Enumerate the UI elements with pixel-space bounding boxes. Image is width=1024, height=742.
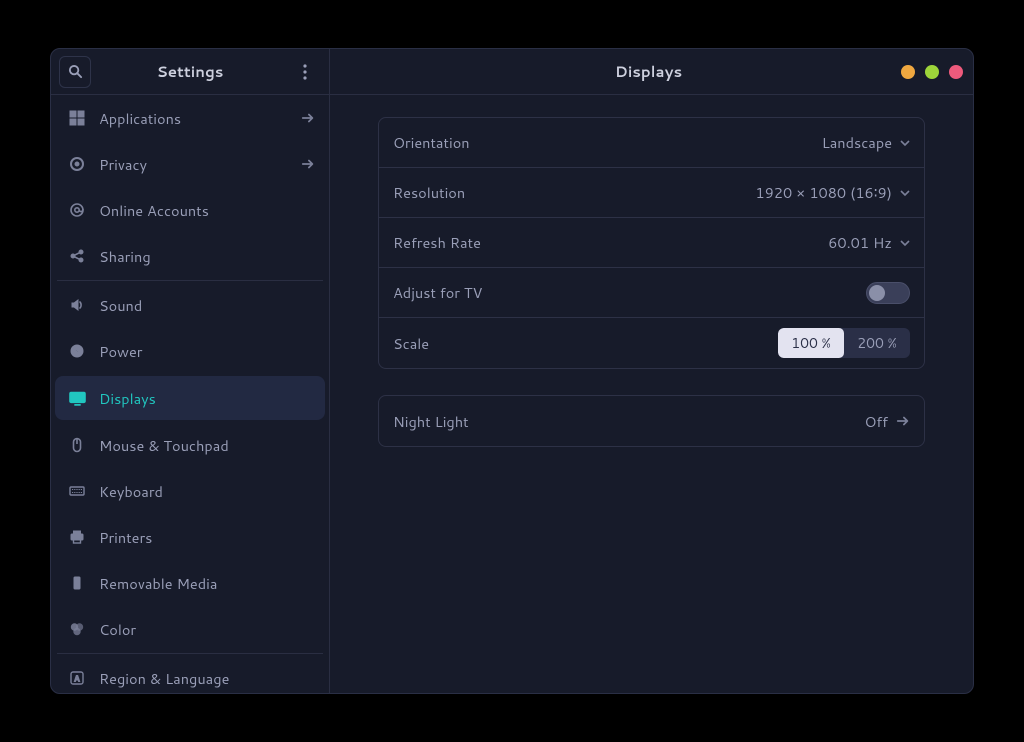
row-value: Off: [864, 411, 910, 432]
sidebar-item-label: Region & Language: [99, 668, 315, 689]
sidebar-item-label: Privacy: [99, 154, 301, 175]
sidebar-separator: [57, 280, 323, 281]
sidebar-item-applications[interactable]: Applications: [51, 95, 329, 141]
row-resolution[interactable]: Resolution 1920 × 1080 (16∶9): [379, 168, 924, 218]
row-night-light[interactable]: Night Light Off: [379, 396, 924, 446]
chevron-down-icon: [900, 138, 910, 148]
search-icon: [68, 64, 83, 79]
row-label: Scale: [393, 333, 778, 354]
sidebar-item-online-accounts[interactable]: Online Accounts: [51, 187, 329, 233]
minimize-button[interactable]: [901, 65, 915, 79]
display-settings-card: Orientation Landscape Resolution 1920 × …: [378, 117, 925, 369]
sidebar-item-label: Sound: [99, 295, 315, 316]
main-body: Orientation Landscape Resolution 1920 × …: [330, 95, 973, 693]
row-label: Night Light: [393, 411, 864, 432]
row-label: Resolution: [393, 182, 755, 203]
sidebar-item-label: Power: [99, 341, 315, 362]
sidebar-item-label: Color: [99, 619, 315, 640]
printer-icon: [65, 529, 89, 545]
sidebar-item-displays[interactable]: Displays: [55, 376, 325, 420]
keyboard-icon: [65, 483, 89, 499]
row-value: 60.01 Hz: [828, 232, 910, 253]
at-icon: [65, 202, 89, 218]
scale-option-200[interactable]: 200 %: [844, 328, 910, 358]
menu-button[interactable]: [289, 56, 321, 88]
chevron-right-icon: [301, 157, 315, 171]
row-value: 100 % 200 %: [778, 328, 910, 358]
scale-option-100[interactable]: 100 %: [778, 328, 844, 358]
sidebar-item-label: Applications: [99, 108, 301, 129]
sidebar-item-color[interactable]: Color: [51, 606, 329, 652]
main-title: Displays: [396, 61, 901, 82]
main-pane: Displays Orientation Landscape Resolutio…: [330, 49, 973, 693]
sidebar-title: Settings: [91, 61, 289, 82]
grid-icon: [65, 110, 89, 126]
sidebar-item-sound[interactable]: Sound: [51, 282, 329, 328]
sidebar-item-label: Printers: [99, 527, 315, 548]
row-orientation[interactable]: Orientation Landscape: [379, 118, 924, 168]
sidebar-item-keyboard[interactable]: Keyboard: [51, 468, 329, 514]
row-value: Landscape: [822, 132, 910, 153]
main-header: Displays: [330, 49, 973, 95]
sound-icon: [65, 297, 89, 313]
row-scale: Scale 100 % 200 %: [379, 318, 924, 368]
display-icon: [65, 390, 89, 407]
search-button[interactable]: [59, 56, 91, 88]
maximize-button[interactable]: [925, 65, 939, 79]
sidebar-item-label: Online Accounts: [99, 200, 315, 221]
sidebar-item-printers[interactable]: Printers: [51, 514, 329, 560]
sidebar-item-label: Displays: [99, 388, 315, 409]
settings-window: Settings Applications Privacy Online Acc…: [50, 48, 974, 694]
sidebar-item-label: Keyboard: [99, 481, 315, 502]
sidebar-header: Settings: [51, 49, 329, 95]
mouse-icon: [65, 437, 89, 453]
close-button[interactable]: [949, 65, 963, 79]
sidebar: Settings Applications Privacy Online Acc…: [51, 49, 330, 693]
sidebar-list: Applications Privacy Online Accounts Sha…: [51, 95, 329, 693]
sidebar-item-label: Sharing: [99, 246, 315, 267]
kebab-icon: [303, 64, 307, 80]
sidebar-item-removable-media[interactable]: Removable Media: [51, 560, 329, 606]
share-icon: [65, 248, 89, 264]
night-light-card: Night Light Off: [378, 395, 925, 447]
sidebar-item-region-language[interactable]: A Region & Language: [51, 655, 329, 693]
row-value: 1920 × 1080 (16∶9): [755, 182, 910, 203]
adjust-tv-toggle[interactable]: [866, 282, 910, 304]
sidebar-item-privacy[interactable]: Privacy: [51, 141, 329, 187]
row-label: Refresh Rate: [393, 232, 828, 253]
window-controls: [901, 65, 963, 79]
color-icon: [65, 621, 89, 637]
power-icon: [65, 343, 89, 359]
sidebar-separator: [57, 653, 323, 654]
sidebar-item-mouse[interactable]: Mouse & Touchpad: [51, 422, 329, 468]
sidebar-item-label: Removable Media: [99, 573, 315, 594]
chevron-down-icon: [900, 238, 910, 248]
scale-options: 100 % 200 %: [778, 328, 910, 358]
chevron-right-icon: [301, 111, 315, 125]
row-refresh-rate[interactable]: Refresh Rate 60.01 Hz: [379, 218, 924, 268]
chevron-down-icon: [900, 188, 910, 198]
toggle-knob: [869, 285, 885, 301]
row-label: Orientation: [393, 132, 822, 153]
row-label: Adjust for TV: [393, 282, 866, 303]
sidebar-item-label: Mouse & Touchpad: [99, 435, 315, 456]
chevron-right-icon: [896, 414, 910, 428]
svg-text:A: A: [74, 675, 80, 684]
privacy-icon: [65, 156, 89, 172]
row-adjust-tv: Adjust for TV: [379, 268, 924, 318]
removable-media-icon: [65, 575, 89, 591]
language-icon: A: [65, 670, 89, 686]
sidebar-item-sharing[interactable]: Sharing: [51, 233, 329, 279]
sidebar-item-power[interactable]: Power: [51, 328, 329, 374]
row-value: [866, 282, 910, 304]
